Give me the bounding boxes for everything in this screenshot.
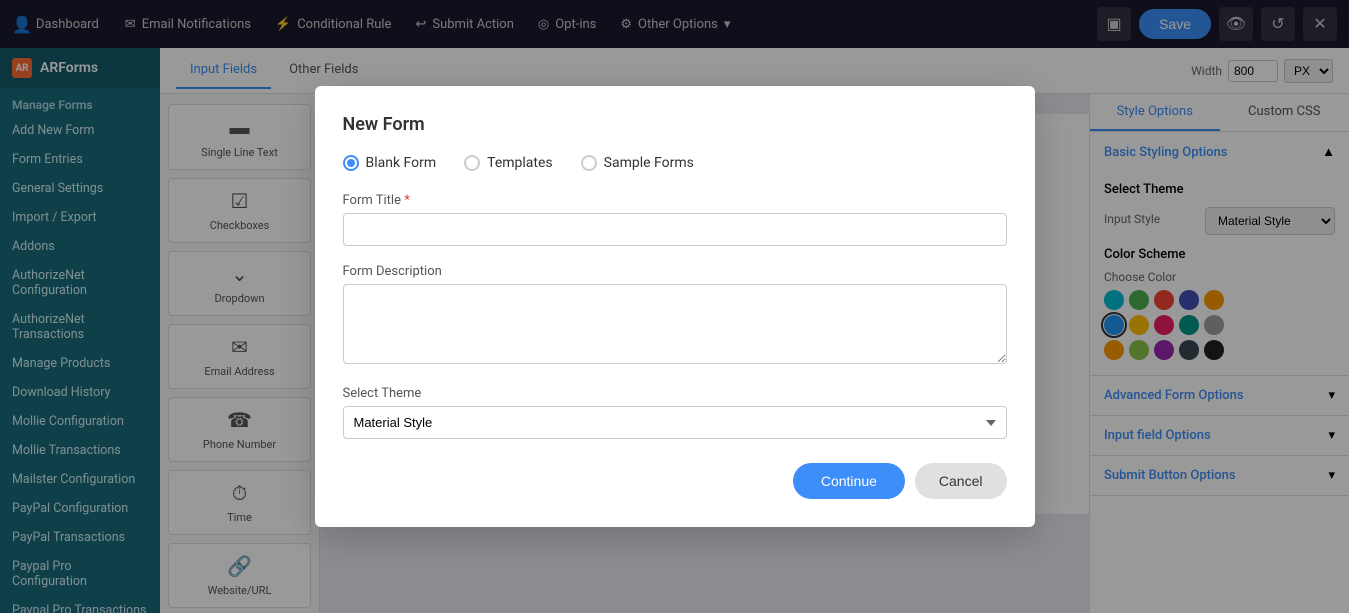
radio-blank-circle [343,155,359,171]
modal-overlay: New Form Blank Form Templates Sample For… [0,0,1349,613]
form-description-textarea[interactable] [343,284,1007,364]
modal-title: New Form [343,114,1007,135]
required-star: * [404,193,410,208]
modal-select-theme-label: Select Theme [343,386,1007,401]
continue-button[interactable]: Continue [793,463,905,499]
radio-templates-label: Templates [487,155,553,171]
select-theme-group: Select Theme Material Style Default Clas… [343,386,1007,439]
cancel-button[interactable]: Cancel [915,463,1007,499]
form-description-label: Form Description [343,264,1007,279]
radio-sample-circle [581,155,597,171]
radio-blank-label: Blank Form [366,155,437,171]
form-description-group: Form Description [343,264,1007,368]
radio-sample-forms[interactable]: Sample Forms [581,155,694,171]
form-title-group: Form Title * [343,193,1007,246]
modal-theme-select[interactable]: Material Style Default Classic Modern [343,406,1007,439]
form-title-label: Form Title * [343,193,1007,208]
radio-blank-form[interactable]: Blank Form [343,155,437,171]
radio-templates[interactable]: Templates [464,155,553,171]
radio-sample-label: Sample Forms [604,155,694,171]
radio-templates-circle [464,155,480,171]
new-form-modal: New Form Blank Form Templates Sample For… [315,86,1035,527]
modal-actions: Continue Cancel [343,463,1007,499]
form-title-input[interactable] [343,213,1007,246]
form-type-radio-group: Blank Form Templates Sample Forms [343,155,1007,171]
